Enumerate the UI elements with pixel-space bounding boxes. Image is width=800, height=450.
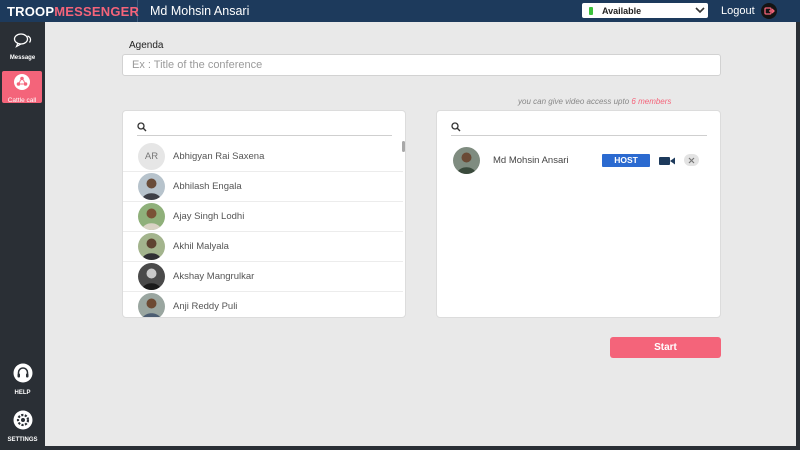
video-camera-icon[interactable] <box>658 154 676 166</box>
logout-button[interactable]: Logout <box>721 2 778 20</box>
sidebar-item-help[interactable]: HELP <box>0 363 45 396</box>
contacts-search-input[interactable] <box>151 122 351 133</box>
avatar <box>138 233 165 260</box>
contact-row[interactable]: AR Abhigyan Rai Saxena <box>123 142 403 172</box>
contact-name: Anji Reddy Puli <box>173 301 238 312</box>
participants-search-input[interactable] <box>465 122 665 133</box>
contacts-scrollbar-thumb[interactable] <box>402 141 405 152</box>
window-scrollbar[interactable] <box>796 22 800 450</box>
status-dropdown[interactable]: Available <box>582 3 708 18</box>
contact-name: Ajay Singh Lodhi <box>173 211 245 222</box>
sidebar-label-cattle-call: Cattle call <box>7 97 37 104</box>
sidebar: Message Cattle call HELP SETTINGS <box>0 22 45 450</box>
sidebar-item-settings[interactable]: SETTINGS <box>0 410 45 443</box>
chevron-down-icon <box>692 3 708 18</box>
contact-name: Akshay Mangrulkar <box>173 271 255 282</box>
contact-row[interactable]: Akshay Mangrulkar <box>123 262 403 292</box>
contact-name: Abhilash Engala <box>173 181 242 192</box>
contact-row[interactable]: Akhil Malyala <box>123 232 403 262</box>
gear-icon <box>13 410 33 435</box>
sidebar-item-cattle-call[interactable]: Cattle call <box>2 71 42 104</box>
participant-name: Md Mohsin Ansari <box>493 154 569 166</box>
video-access-limit: 6 members <box>631 97 672 106</box>
start-button[interactable]: Start <box>610 337 721 358</box>
window-bottom-edge <box>45 446 800 450</box>
logout-label: Logout <box>721 5 755 17</box>
sidebar-item-message[interactable]: Message <box>0 32 45 61</box>
search-icon <box>451 119 461 137</box>
agenda-input[interactable] <box>122 54 721 76</box>
brand-part2: MESSENGER <box>54 3 140 19</box>
avatar <box>138 293 165 317</box>
contact-row[interactable]: Ajay Singh Lodhi <box>123 202 403 232</box>
contact-row[interactable]: Anji Reddy Puli <box>123 292 403 317</box>
sidebar-label-help: HELP <box>14 390 31 396</box>
logout-icon <box>760 2 778 20</box>
chat-bubble-icon <box>13 32 33 53</box>
headset-icon <box>13 363 33 388</box>
agenda-label: Agenda <box>129 40 164 51</box>
brand-part1: TROOP <box>7 3 55 19</box>
video-access-note: you can give video access upto 6 members <box>518 97 671 106</box>
avatar <box>138 263 165 290</box>
participant-row: Md Mohsin Ansari HOST <box>453 146 715 174</box>
status-label: Available <box>602 5 642 16</box>
conference-icon <box>13 73 31 96</box>
search-icon <box>137 119 147 137</box>
contacts-list: AR Abhigyan Rai Saxena Abhilash Engala A… <box>123 142 403 317</box>
participants-search <box>451 120 707 136</box>
contacts-search <box>137 120 392 136</box>
avatar <box>138 173 165 200</box>
avatar <box>138 203 165 230</box>
selected-participants-panel: Md Mohsin Ansari HOST <box>436 110 721 318</box>
top-bar: TROOP MESSENGER Md Mohsin Ansari Availabl… <box>0 0 800 22</box>
sidebar-label-settings: SETTINGS <box>7 437 38 443</box>
status-indicator <box>589 6 593 15</box>
sidebar-label-message: Message <box>9 55 36 61</box>
avatar <box>453 146 480 174</box>
contact-name: Akhil Malyala <box>173 241 229 252</box>
contacts-panel: AR Abhigyan Rai Saxena Abhilash Engala A… <box>122 110 406 318</box>
close-icon <box>688 157 695 163</box>
remove-participant-button[interactable] <box>684 154 699 166</box>
contact-row[interactable]: Abhilash Engala <box>123 172 403 202</box>
current-user-name: Md Mohsin Ansari <box>150 4 250 18</box>
host-badge: HOST <box>602 153 650 167</box>
app-logo: TROOP MESSENGER <box>0 0 140 22</box>
video-access-text: you can give video access upto <box>518 97 632 106</box>
contact-name: Abhigyan Rai Saxena <box>173 151 265 162</box>
avatar: AR <box>138 143 165 170</box>
